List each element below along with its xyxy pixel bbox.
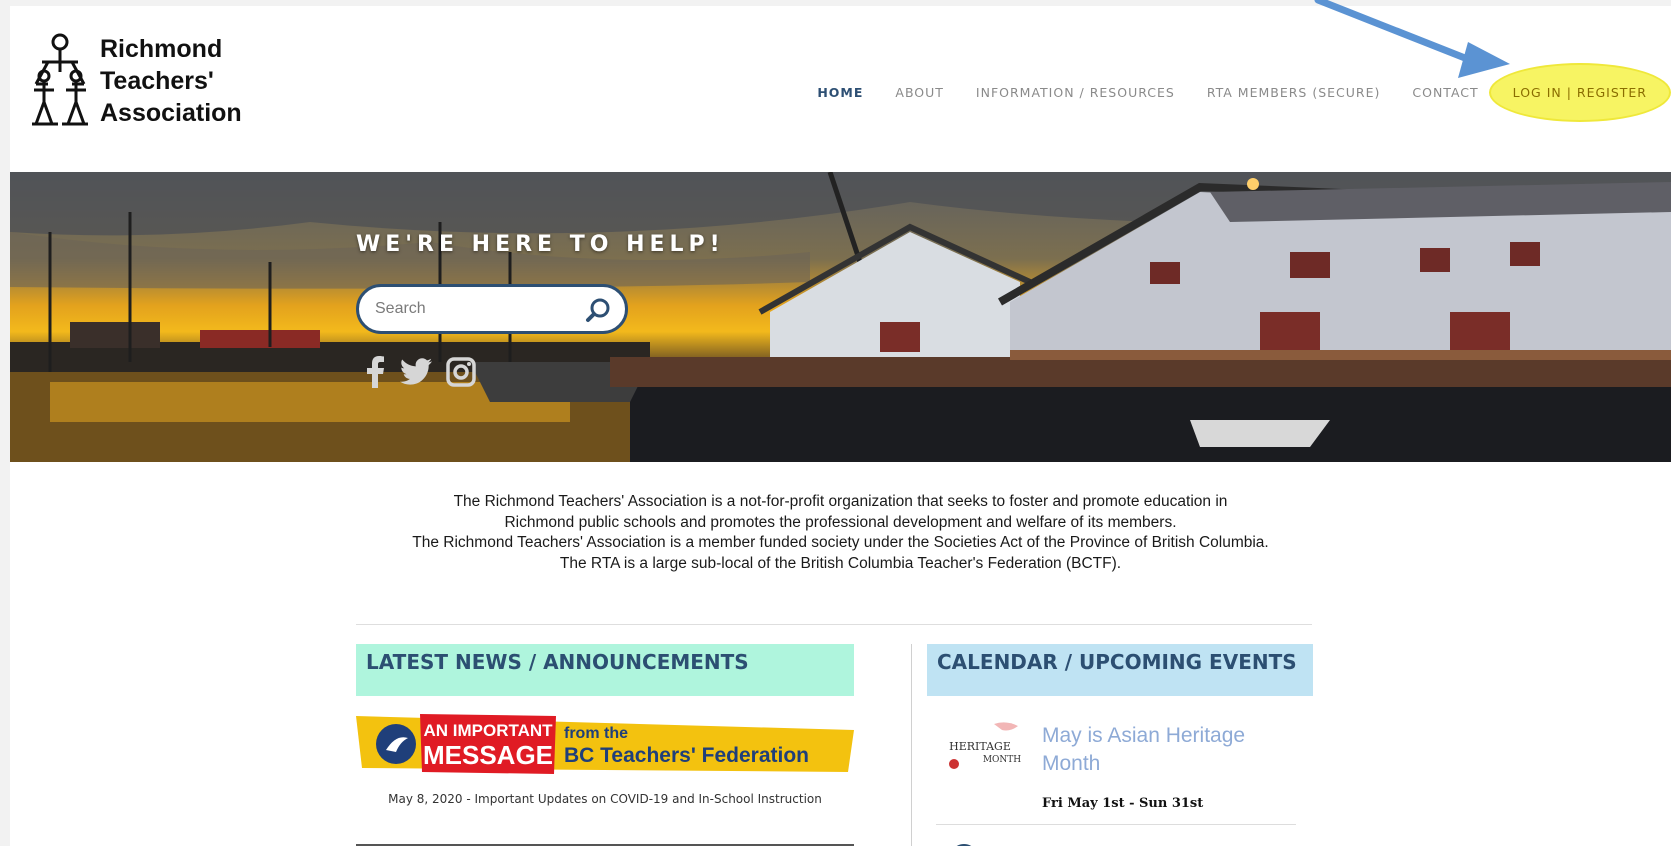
site-header: Richmond Teachers' Association HOME ABOU… bbox=[10, 6, 1671, 172]
logo-line: Richmond bbox=[100, 35, 223, 63]
logo-line: Association bbox=[100, 99, 242, 127]
event-title[interactable]: May is Asian Heritage Month bbox=[1042, 722, 1302, 778]
hero-title: WE'RE HERE TO HELP! bbox=[356, 232, 725, 257]
site-logo[interactable]: Richmond Teachers' Association bbox=[28, 32, 242, 130]
news-heading: LATEST NEWS / ANNOUNCEMENTS bbox=[356, 644, 854, 696]
logo-line: Teachers' bbox=[100, 67, 214, 95]
social-links bbox=[364, 356, 490, 392]
search-input[interactable] bbox=[373, 299, 577, 319]
thumb-text: HERITAGE bbox=[949, 740, 1011, 753]
section-divider bbox=[356, 624, 1312, 625]
intro-text: The Richmond Teachers' Association is a … bbox=[10, 492, 1671, 574]
event-date: Fri May 1st - Sun 31st bbox=[1042, 796, 1204, 811]
event-separator bbox=[936, 824, 1296, 825]
column-divider bbox=[911, 644, 912, 846]
search-icon[interactable] bbox=[585, 297, 611, 323]
asian-heritage-thumbnail[interactable]: HERITAGE MONTH bbox=[944, 720, 1028, 774]
hero-banner: WE'RE HERE TO HELP! bbox=[10, 172, 1671, 462]
twitter-icon[interactable] bbox=[400, 358, 432, 390]
intro-line: The Richmond Teachers' Association is a … bbox=[453, 493, 1228, 510]
harbour-scene-image bbox=[10, 172, 1671, 462]
calendar-heading: CALENDAR / UPCOMING EVENTS bbox=[927, 644, 1313, 696]
facebook-icon[interactable] bbox=[364, 356, 386, 392]
banner-text: AN IMPORTANT bbox=[423, 721, 553, 740]
instagram-icon[interactable] bbox=[446, 357, 476, 391]
page: Richmond Teachers' Association HOME ABOU… bbox=[10, 6, 1671, 846]
search-box bbox=[356, 284, 628, 334]
banner-text: BC Teachers' Federation bbox=[564, 744, 809, 767]
banner-text: MESSAGE bbox=[423, 740, 553, 770]
intro-line: Richmond public schools and promotes the… bbox=[504, 513, 1177, 531]
bctf-message-banner[interactable]: AN IMPORTANT MESSAGE from the BC Teacher… bbox=[356, 712, 854, 776]
banner-text: from the bbox=[564, 725, 628, 742]
intro-line: The Richmond Teachers' Association is a … bbox=[412, 534, 1269, 551]
logo-text: Richmond Teachers' Association bbox=[100, 33, 242, 129]
thumb-text: MONTH bbox=[983, 755, 1021, 765]
nav-contact[interactable]: CONTACT bbox=[1412, 85, 1478, 100]
news-item-link[interactable]: May 8, 2020 - Important Updates on COVID… bbox=[356, 792, 854, 806]
people-holding-hands-logo bbox=[32, 33, 88, 126]
nav-about[interactable]: ABOUT bbox=[895, 85, 944, 100]
intro-line: The RTA is a large sub-local of the Brit… bbox=[559, 554, 1122, 572]
nav-rta-members[interactable]: RTA MEMBERS (SECURE) bbox=[1207, 85, 1381, 100]
main-nav: HOME ABOUT INFORMATION / RESOURCES RTA M… bbox=[785, 62, 1671, 122]
nav-home[interactable]: HOME bbox=[817, 85, 863, 100]
nav-information-resources[interactable]: INFORMATION / RESOURCES bbox=[976, 85, 1175, 100]
nav-login-register[interactable]: LOG IN | REGISTER bbox=[1488, 62, 1671, 122]
